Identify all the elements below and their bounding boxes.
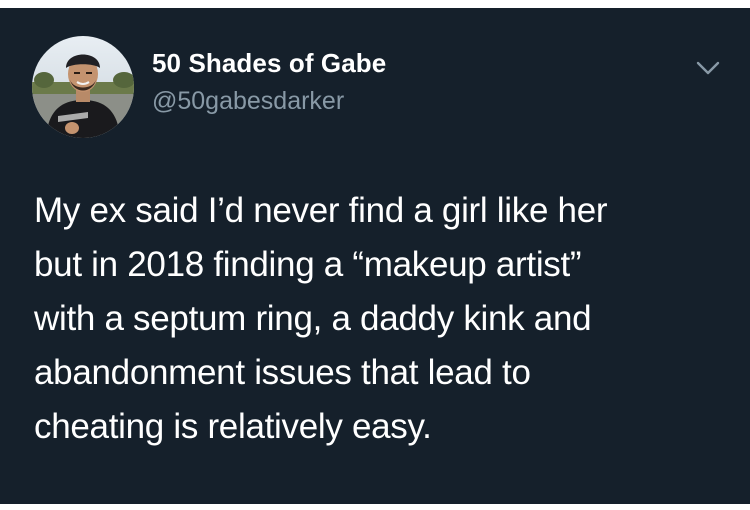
tweet-text-line: abandonment issues that lead to	[34, 353, 531, 392]
chevron-down-icon[interactable]	[692, 54, 724, 82]
tweet-text-line: with a septum ring, a daddy kink and	[34, 299, 592, 338]
tweet-card: 50 Shades of Gabe @50gabesdarker My ex s…	[0, 8, 750, 504]
author-display-name[interactable]: 50 Shades of Gabe	[152, 48, 386, 79]
profile-photo-icon	[32, 36, 134, 138]
tweet-text-line: My ex said I’d never find a girl like he…	[34, 191, 608, 230]
tweet-text-line: cheating is relatively easy.	[34, 407, 432, 446]
tweet-text-line: but in 2018 finding a “makeup artist”	[34, 245, 582, 284]
tweet-text: My ex said I’d never find a girl like he…	[34, 184, 734, 454]
author-handle[interactable]: @50gabesdarker	[152, 87, 344, 116]
avatar[interactable]	[32, 36, 134, 138]
